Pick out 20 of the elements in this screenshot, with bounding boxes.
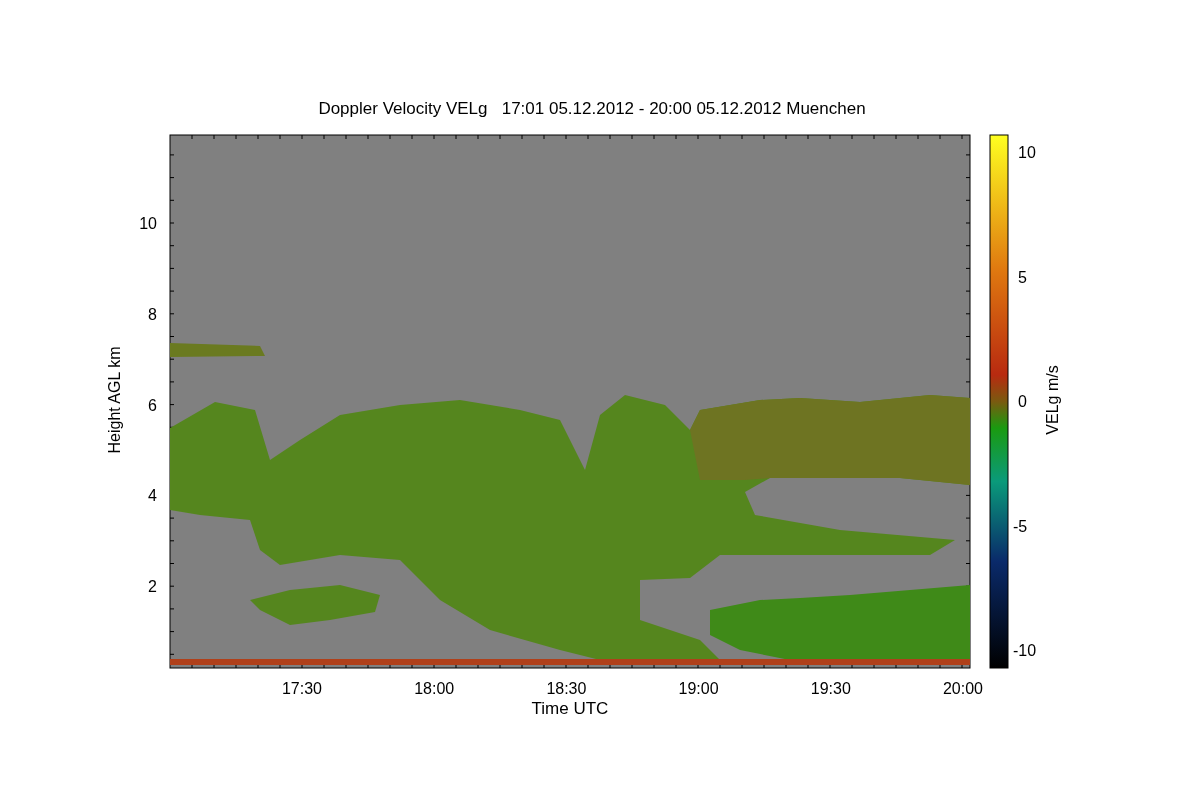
colorbar-tick-label: 10 (1018, 144, 1036, 161)
y-tick-label: 4 (148, 487, 157, 505)
colorbar-label: VELg m/s (1044, 365, 1061, 435)
y-tick-label: 6 (148, 396, 157, 414)
x-tick-label: 19:00 (678, 680, 719, 697)
y-axis-label: Height AGL km (106, 346, 123, 454)
x-tick-label: 18:30 (546, 680, 587, 697)
chart-title: Doppler Velocity VELg 17:01 05.12.2012 - 20:00 05.12.2012 Muenchen (318, 99, 866, 118)
colorbar-tick-label: 0 (1018, 393, 1027, 410)
y-tick-label: 10 (139, 215, 157, 232)
x-tick-label: 19:30 (810, 680, 851, 697)
y-tick-label: 2 (148, 578, 157, 595)
x-tick-label: 17:30 (282, 680, 322, 697)
x-tick-label: 18:00 (414, 680, 455, 697)
x-axis-label: Time UTC (531, 699, 609, 718)
colorbar-tick-label: 5 (1018, 268, 1027, 286)
y-tick-label: 8 (148, 305, 157, 323)
colorbar-tick-label: -5 (1013, 517, 1028, 535)
x-tick-label: 20:00 (943, 680, 983, 697)
colorbar-tick-label: -10 (1013, 642, 1037, 659)
